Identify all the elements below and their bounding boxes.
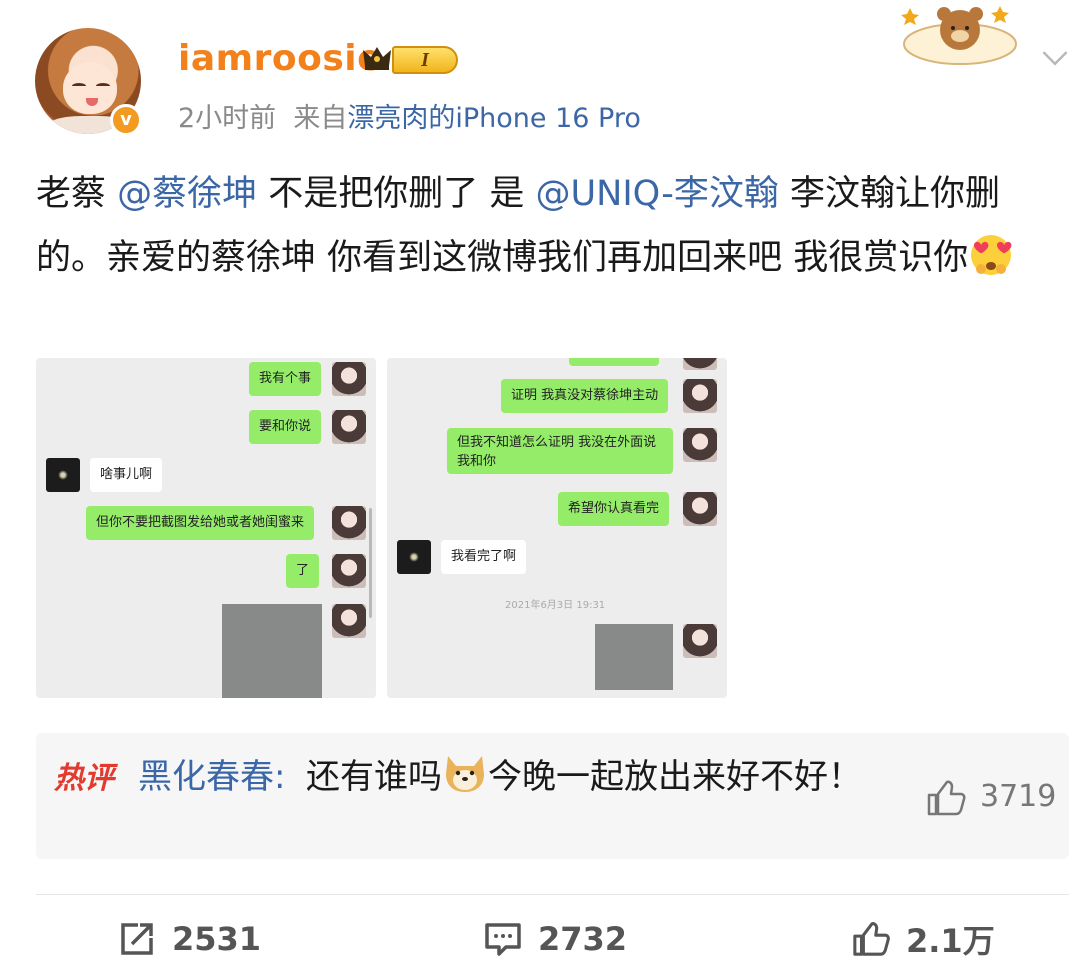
- chevron-down-icon[interactable]: [1042, 40, 1068, 66]
- post-content: 老蔡 @蔡徐坤 不是把你删了 是 @UNIQ-李汶翰 李汶翰让你删的。亲爱的蔡徐…: [36, 162, 1061, 290]
- thumbs-up-icon[interactable]: [926, 779, 966, 817]
- thumbs-up-icon: [853, 922, 890, 956]
- mention-link[interactable]: @UNIQ-李汶翰: [536, 174, 779, 214]
- chat-avatar: [397, 540, 431, 574]
- post-text-part: 不是把你删了 是: [257, 174, 536, 214]
- chat-bubble: 证明 我真没对蔡徐坤主动: [501, 379, 669, 413]
- chat-bubble: 我看完了啊: [441, 540, 527, 574]
- chat-image: [595, 624, 673, 690]
- chat-avatar: [332, 554, 366, 588]
- chat-screenshot-1[interactable]: 我有个事 要和你说 啥事儿啊 但你不要把截图发给她或者她闺蜜来 了: [36, 358, 376, 698]
- chat-avatar: [332, 410, 366, 444]
- scrollbar: [369, 508, 372, 618]
- doge-emoji-icon: [446, 756, 484, 792]
- weibo-post: v iamroosie I 2小时前 来自漂亮肉的iPhone 16 Pro 老…: [0, 0, 1069, 960]
- chat-avatar: [683, 358, 717, 370]
- post-time: 2小时前: [178, 103, 277, 134]
- chat-avatar: [332, 604, 366, 638]
- chat-bubble: 但你不要把截图发给她或者她闺蜜来: [86, 506, 315, 540]
- hot-comment-text-part: 今晚一起放出来好不好！: [488, 757, 862, 797]
- crown-icon: [363, 47, 391, 70]
- chat-avatar: [683, 624, 717, 658]
- divider: [36, 894, 1069, 895]
- like-count: 2.1万: [906, 922, 995, 960]
- comment-count: 2732: [538, 920, 628, 958]
- chat-bubble: 我有个事: [249, 362, 322, 396]
- repost-count: 2531: [172, 920, 262, 958]
- chat-timestamp: 2021年6月3日 19:31: [505, 600, 606, 611]
- mention-link[interactable]: @蔡徐坤: [117, 174, 257, 214]
- chat-bubble-partial: [569, 358, 659, 366]
- like-button[interactable]: 2.1万: [852, 916, 995, 960]
- chat-avatar: [332, 506, 366, 540]
- post-text-part: 老蔡: [36, 174, 118, 214]
- chat-bubble: 了: [286, 554, 320, 588]
- level-badge[interactable]: I: [392, 46, 458, 74]
- bear-sticker-icon: [901, 6, 1017, 65]
- chat-avatar: [46, 458, 80, 492]
- chat-image: [222, 604, 322, 698]
- source-prefix: 来自: [293, 103, 348, 134]
- chat-avatar: [683, 379, 717, 413]
- chat-bubble: 希望你认真看完: [558, 492, 670, 526]
- chat-bubble: 但我不知道怎么证明 我没在外面说我和你: [447, 428, 673, 474]
- hot-comment-tag: 热评: [54, 761, 114, 796]
- repost-button[interactable]: 2531: [118, 916, 261, 960]
- comment-button[interactable]: 2732: [484, 916, 627, 960]
- username[interactable]: iamroosie: [178, 38, 382, 79]
- post-source[interactable]: 漂亮肉的iPhone 16 Pro: [347, 103, 641, 134]
- verified-badge-icon: v: [110, 104, 142, 136]
- post-meta: 2小时前 来自漂亮肉的iPhone 16 Pro: [178, 96, 641, 135]
- chat-bubble: 要和你说: [249, 410, 322, 444]
- hot-comment-text-part: 还有谁吗: [306, 757, 442, 797]
- repost-icon: [121, 923, 153, 955]
- chat-screenshot-2[interactable]: 证明 我真没对蔡徐坤主动 但我不知道怎么证明 我没在外面说我和你 希望你认真看完…: [387, 358, 727, 698]
- hot-comment-text: 还有谁吗 今晚一起放出来好不好！: [138, 749, 918, 805]
- chat-avatar: [683, 492, 717, 526]
- chat-avatar: [332, 362, 366, 396]
- chat-bubble: 啥事儿啊: [90, 458, 163, 492]
- chat-avatar: [683, 428, 717, 462]
- heart-eyes-emoji-icon: [971, 235, 1012, 275]
- hot-comment-like-count: 3719: [980, 779, 1057, 814]
- hot-comment[interactable]: 热评 黑化春春: 还有谁吗 今晚一起放出来好不好！ 3719: [36, 733, 1069, 859]
- comment-icon: [485, 923, 521, 956]
